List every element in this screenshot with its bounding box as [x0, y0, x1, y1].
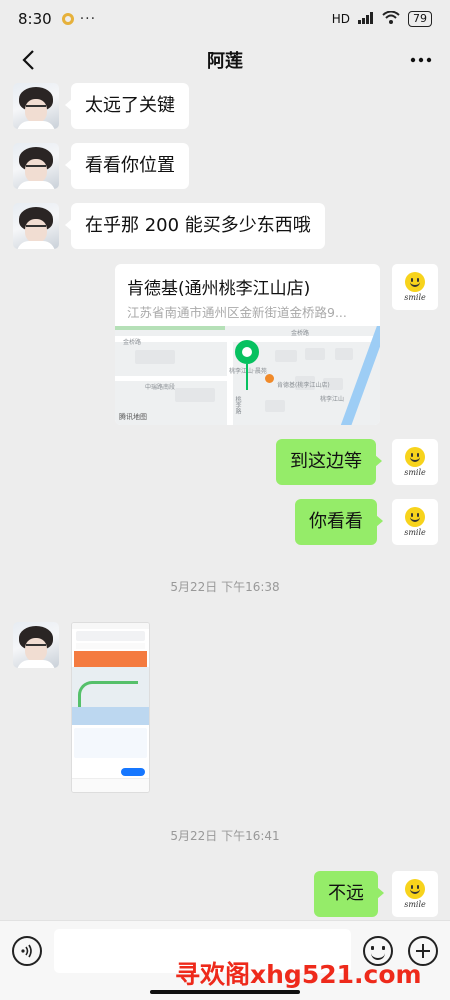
message-row: 不远 [314, 871, 384, 917]
location-address: 江苏省南通市通州区金新街道金桥路9... [127, 305, 347, 320]
message-bubble[interactable]: 不远 [314, 871, 384, 917]
battery-icon: 79 [408, 11, 432, 27]
tencent-map-logo: 腾讯地图 [119, 413, 147, 421]
avatar-text: smile [404, 900, 426, 909]
wifi-icon [382, 10, 400, 27]
message-row [13, 622, 59, 668]
message-bubble[interactable]: 在乎那 200 能买多少东西哦 [65, 203, 325, 249]
more-button[interactable] [410, 46, 432, 74]
screenshot-thumbnail[interactable] [71, 622, 150, 793]
chevron-left-icon [22, 50, 34, 70]
contact-avatar[interactable] [13, 622, 59, 668]
smile-icon [405, 447, 425, 467]
message-row: 在乎那 200 能买多少东西哦 [13, 203, 325, 249]
avatar-text: smile [404, 468, 426, 477]
map-block [305, 348, 325, 360]
my-avatar[interactable]: smile [392, 499, 438, 545]
status-time: 8:30 [18, 10, 52, 28]
map-road [115, 376, 227, 381]
map-pin-dot [242, 347, 252, 357]
map-block [265, 400, 285, 412]
network-label: HD [331, 12, 350, 26]
message-row: 看看你位置 [13, 143, 189, 189]
chat-title: 阿莲 [207, 51, 243, 72]
more-dots-icon [410, 57, 432, 63]
avatar-text: smile [404, 528, 426, 537]
smile-icon [405, 507, 425, 527]
smile-icon [405, 272, 425, 292]
map-block [135, 350, 175, 364]
message-bubble[interactable]: 太远了关键 [65, 83, 189, 129]
chat-header: 阿莲 [0, 38, 450, 82]
notification-more-icon: ··· [79, 11, 97, 27]
map-block [335, 348, 353, 360]
my-avatar[interactable]: smile [392, 871, 438, 917]
watermark-text: 寻欢阁xhg521.com [175, 960, 422, 989]
map-park-strip [115, 326, 225, 330]
map-label: 金桥路 [123, 339, 142, 346]
map-label: 肯德基(桃李江山店) [277, 382, 330, 389]
kfc-poi-icon [265, 374, 274, 383]
map-block [275, 350, 297, 362]
signal-icon [358, 11, 374, 27]
map-label: 金桥路 [291, 330, 310, 337]
my-avatar[interactable]: smile [392, 264, 438, 310]
message-timestamp: 5月22日 下午16:41 [170, 829, 280, 843]
location-title: 肯德基(通州桃李江山店) [127, 279, 311, 299]
map-label: 桃李江山 [320, 396, 345, 403]
status-bar: 8:30 ··· HD 79 [0, 0, 450, 38]
back-button[interactable] [14, 46, 42, 74]
message-timestamp: 5月22日 下午16:38 [170, 580, 280, 594]
message-row: 你看看 [295, 499, 383, 545]
map-block [175, 388, 215, 402]
avatar-text: smile [404, 293, 426, 302]
location-map: 金桥路 金桥路 中瑞路南段 桃李江山·晨苑 肯德基(桃李江山店) 桃李江山 桃李… [115, 326, 380, 425]
voice-button[interactable] [12, 936, 42, 966]
chrome-icon [61, 13, 74, 25]
map-label: 桃李路 [234, 396, 241, 414]
contact-avatar[interactable] [13, 143, 59, 189]
message-row: 太远了关键 [13, 83, 189, 129]
voice-icon [21, 944, 32, 958]
smile-icon [405, 879, 425, 899]
status-indicators: HD 79 [331, 10, 432, 27]
location-card[interactable]: 肯德基(通州桃李江山店) 江苏省南通市通州区金新街道金桥路9... 金桥路 金桥… [115, 264, 380, 425]
home-indicator[interactable] [150, 990, 300, 994]
message-row: 到这边等 [276, 439, 382, 485]
message-bubble[interactable]: 到这边等 [276, 439, 382, 485]
map-label: 中瑞路南段 [145, 384, 176, 391]
map-pin-stem [246, 364, 248, 390]
contact-avatar[interactable] [13, 203, 59, 249]
message-bubble[interactable]: 你看看 [295, 499, 383, 545]
message-bubble[interactable]: 看看你位置 [65, 143, 189, 189]
my-avatar[interactable]: smile [392, 439, 438, 485]
contact-avatar[interactable] [13, 83, 59, 129]
